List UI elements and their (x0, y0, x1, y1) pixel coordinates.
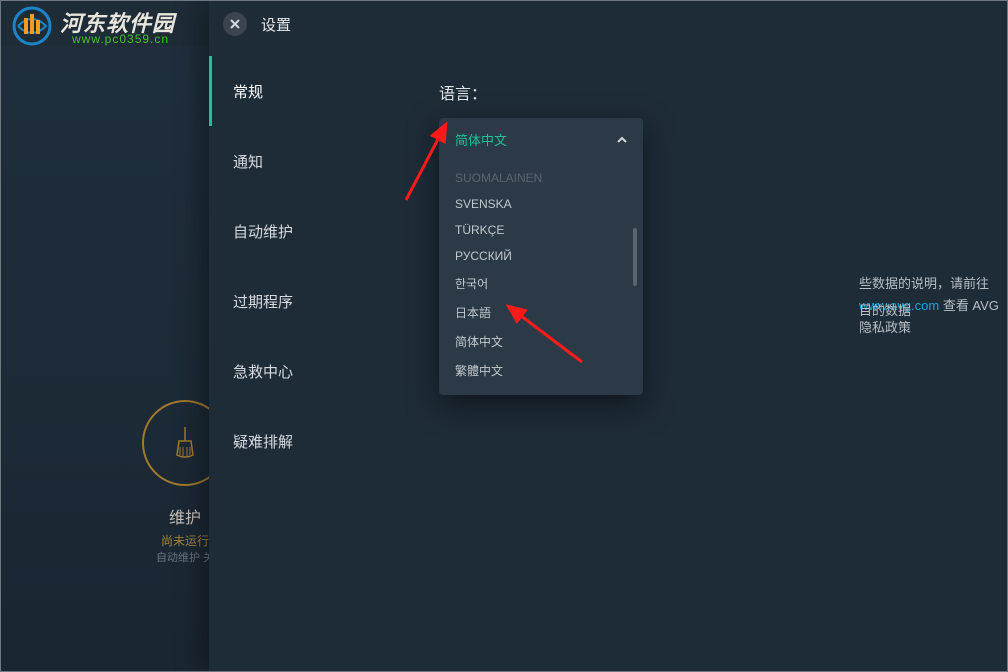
settings-panel: 设置 常规 通知 自动维护 过期程序 急救中心 疑难排解 语言： 简体中文 SU… (209, 0, 1008, 672)
language-option[interactable]: SVENSKA (439, 191, 643, 217)
chevron-up-icon (617, 135, 627, 145)
language-option-list: SUOMALAINEN SVENSKA TÜRKÇE РУССКИЙ 한국어 日… (439, 161, 643, 395)
language-option[interactable]: 한국어 (439, 269, 643, 298)
brush-icon (171, 425, 199, 461)
settings-title: 设置 (261, 14, 291, 35)
nav-notifications[interactable]: 通知 (209, 126, 419, 196)
language-option[interactable]: SUOMALAINEN (439, 165, 643, 191)
watermark-subtitle: www.pc0359.cn (72, 32, 169, 46)
nav-rescue-center[interactable]: 急救中心 (209, 336, 419, 406)
nav-troubleshoot[interactable]: 疑难排解 (209, 406, 419, 476)
settings-sidebar: 常规 通知 自动维护 过期程序 急救中心 疑难排解 (209, 48, 419, 672)
nav-outdated-programs[interactable]: 过期程序 (209, 266, 419, 336)
language-option[interactable]: РУССКИЙ (439, 243, 643, 269)
language-selected-text: 简体中文 (455, 130, 507, 149)
language-option[interactable]: TÜRKÇE (439, 217, 643, 243)
nav-auto-maintenance[interactable]: 自动维护 (209, 196, 419, 266)
watermark-logo (8, 6, 56, 46)
close-icon (230, 19, 240, 29)
close-button[interactable] (223, 12, 247, 36)
nav-general[interactable]: 常规 (209, 56, 419, 126)
language-option[interactable]: 繁體中文 (439, 356, 643, 385)
language-dropdown-selected[interactable]: 简体中文 (439, 118, 643, 161)
language-label: 语言： (439, 80, 968, 104)
settings-header: 设置 (209, 0, 1008, 48)
notice-prefix: 些数据的说明，请前往 (859, 276, 989, 291)
language-option[interactable]: 日本語 (439, 298, 643, 327)
language-option[interactable]: 简体中文 (439, 327, 643, 356)
settings-content: 语言： 简体中文 SUOMALAINEN SVENSKA TÜRKÇE РУСС… (419, 48, 1008, 672)
dropdown-scrollbar[interactable] (633, 228, 637, 286)
data-notice-line2: 目的数据 (859, 300, 911, 319)
watermark-globe-icon (8, 6, 56, 46)
language-dropdown[interactable]: 简体中文 SUOMALAINEN SVENSKA TÜRKÇE РУССКИЙ … (439, 118, 643, 395)
